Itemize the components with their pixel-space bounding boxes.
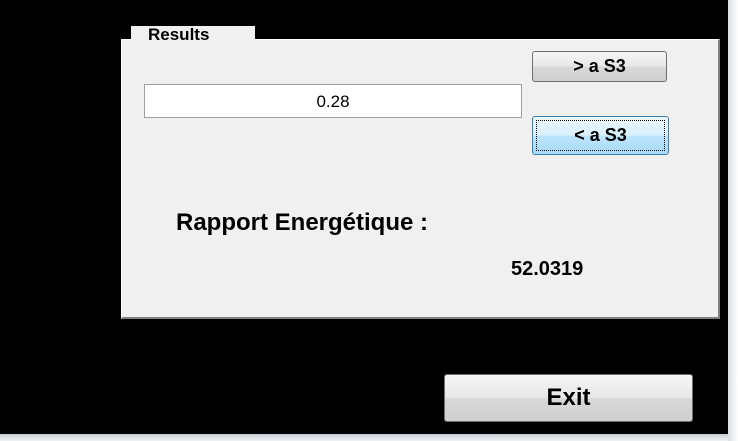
results-panel-title: Results xyxy=(131,26,255,44)
window-right-edge xyxy=(728,0,738,441)
less-than-s3-button[interactable]: < a S3 xyxy=(532,116,669,155)
focus-ring xyxy=(536,120,665,151)
exit-button[interactable]: Exit xyxy=(444,374,693,422)
greater-than-s3-button[interactable]: > a S3 xyxy=(532,51,667,82)
window-bottom-edge xyxy=(0,434,728,441)
energy-ratio-value: 52.0319 xyxy=(511,258,584,280)
energy-ratio-label: Rapport Energétique : xyxy=(176,209,429,236)
result-value-field[interactable]: 0.28 xyxy=(144,84,522,118)
